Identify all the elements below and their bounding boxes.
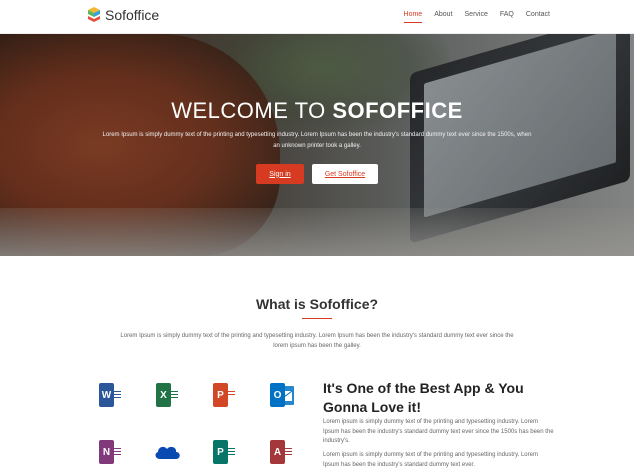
outlook-icon: O [270,383,294,407]
hero-text: Lorem Ipsum is simply dummy text of the … [102,132,532,149]
get-sofoffice-button[interactable]: Get Sofoffice [312,164,378,184]
nav-home[interactable]: Home [403,11,423,23]
hero-title-brand: SOFOFFICE [332,98,463,123]
access-icon: A [270,440,294,464]
section-title: What is Sofoffice? [255,296,379,312]
signin-button[interactable]: Sign in [256,164,304,184]
nav-about[interactable]: About [434,11,452,23]
hero-title-prefix: WELCOME TO [171,98,333,123]
hero-content: WELCOME TO SOFOFFICE Lorem Ipsum is simp… [0,34,634,256]
word-icon: W [99,383,123,407]
main-nav: Home About Service FAQ Contact [403,11,550,23]
section-text: Lorem Ipsum is simply dummy text of the … [120,333,514,349]
nav-service[interactable]: Service [465,11,488,23]
powerpoint-icon: P [213,383,237,407]
site-header: Sofoffice Home About Service FAQ Contact [0,0,634,34]
excel-icon: X [156,383,180,407]
nav-contact[interactable]: Contact [526,11,550,23]
feature-title: It's One of the Best App & You Gonna Lov… [323,380,524,415]
logo-text: Sofoffice [105,7,160,23]
section-divider [302,318,332,319]
publisher-icon: P [213,440,237,464]
onedrive-icon [155,446,180,459]
feature-paragraph-1: Lorem ipsum is simply dummy text of the … [323,419,554,444]
logo-icon [88,7,100,22]
feature-paragraph-2: Lorem ipsum is simply dummy text of the … [323,452,538,468]
hero-section: WELCOME TO SOFOFFICE Lorem Ipsum is simp… [0,34,634,256]
nav-faq[interactable]: FAQ [500,11,514,23]
onenote-icon: N [99,440,123,464]
hero-title: WELCOME TO SOFOFFICE [0,98,634,124]
logo[interactable]: Sofoffice [86,6,159,24]
